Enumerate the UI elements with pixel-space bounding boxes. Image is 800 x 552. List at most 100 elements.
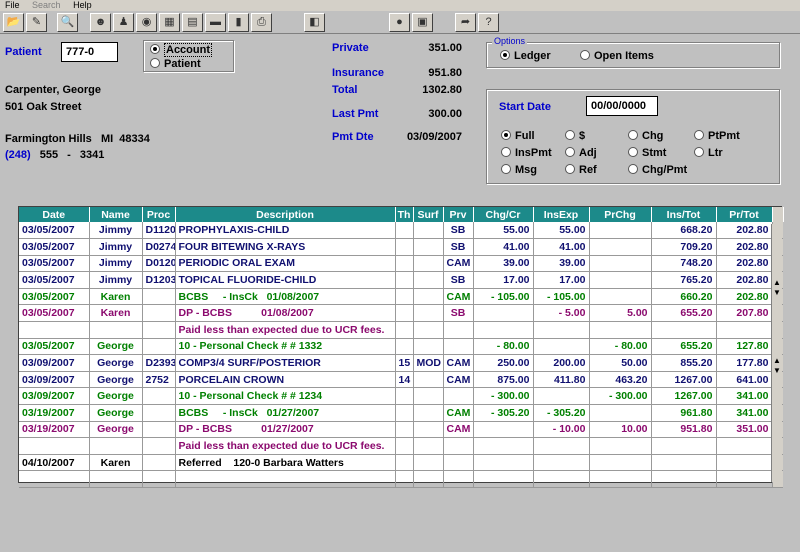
scroll-down-icon[interactable]: ▼: [772, 288, 782, 298]
cell-pr-chg: 10.00: [589, 421, 652, 439]
cell-chg-cr: - 80.00: [473, 338, 534, 356]
table-row[interactable]: 03/05/2007 Jimmy D0120 PERIODIC ORAL EXAM CA…: [19, 255, 783, 273]
col-header-surf[interactable]: Surf: [413, 207, 444, 222]
family-icon[interactable]: ♟: [113, 13, 134, 32]
exit-icon[interactable]: ➦: [455, 13, 476, 32]
table-row[interactable]: 03/05/2007 Karen BCBS - InsCk 01/08/2007 CA…: [19, 288, 783, 306]
cell-surf: [413, 421, 444, 439]
patient-phone: (248) 555 - 3341: [5, 149, 104, 161]
table-row[interactable]: 03/05/2007 Jimmy D1120 PROPHYLAXIS-CHILD SB 5…: [19, 222, 783, 240]
cell-pr-tot: [716, 470, 773, 488]
help-icon[interactable]: ?: [478, 13, 499, 32]
menu-help[interactable]: Help: [68, 0, 97, 11]
ledger-icon[interactable]: ▤: [182, 13, 203, 32]
cell-description: 10 - Personal Check # # 1332: [175, 338, 396, 356]
cell-ins-tot: 951.80: [651, 421, 717, 439]
filter-stmt-radio[interactable]: Stmt: [628, 147, 666, 159]
table-row[interactable]: Paid less than expected due to UCR fees.: [19, 437, 783, 455]
table-row[interactable]: 03/09/2007 George D2393 COMP3/4 SURF/POSTER…: [19, 354, 783, 372]
total-value: 1302.80: [422, 84, 462, 96]
filter-chg-radio[interactable]: Chg: [628, 130, 663, 142]
col-header-prv[interactable]: Prv: [443, 207, 474, 222]
print-icon[interactable]: ⎙: [251, 13, 272, 32]
filter-ltr-radio[interactable]: Ltr: [694, 147, 723, 159]
patient-icon[interactable]: ☻: [90, 13, 111, 32]
cell-chg-cr: 41.00: [473, 238, 534, 256]
menu-file[interactable]: File: [0, 0, 25, 11]
filter-chgpmt-radio[interactable]: Chg/Pmt: [628, 164, 687, 176]
cell-name: [89, 470, 143, 488]
appointment-icon[interactable]: ◉: [136, 13, 157, 32]
table-row[interactable]: [19, 470, 783, 488]
col-header-proc[interactable]: Proc: [142, 207, 176, 222]
scroll-up-icon[interactable]: ▲: [772, 278, 782, 288]
table-row[interactable]: 03/19/2007 George DP - BCBS 01/27/2007 CAM -…: [19, 421, 783, 439]
filter-msg-radio[interactable]: Msg: [501, 164, 537, 176]
find-icon[interactable]: 🔍: [57, 13, 78, 32]
cell-proc: [142, 304, 176, 323]
col-header-pr-tot[interactable]: Pr/Tot: [716, 207, 773, 222]
table-row[interactable]: 03/09/2007 George 2752 PORCELAIN CROWN 14 CAM…: [19, 371, 783, 389]
page-down-icon[interactable]: ▼: [772, 366, 782, 376]
payment-icon[interactable]: ▮: [228, 13, 249, 32]
cell-surf: [413, 288, 444, 306]
cell-proc: [142, 387, 176, 406]
ledger-radio[interactable]: Ledger: [500, 50, 551, 62]
table-row[interactable]: 04/10/2007 Karen Referred 120-0 Barbara Wa…: [19, 454, 783, 472]
cell-name: George: [89, 371, 143, 389]
table-row[interactable]: 03/05/2007 Karen DP - BCBS 01/08/2007 SB - 5…: [19, 304, 783, 323]
table-row[interactable]: Paid less than expected due to UCR fees.: [19, 321, 783, 339]
col-header-name[interactable]: Name: [89, 207, 143, 222]
view-patient-radio[interactable]: Patient: [150, 58, 201, 70]
calendar-icon[interactable]: ▣: [412, 13, 433, 32]
open-items-radio[interactable]: Open Items: [580, 50, 654, 62]
cell-ins-exp: [533, 338, 590, 356]
cell-pr-tot: 202.80: [716, 288, 773, 306]
cell-ins-tot: 660.20: [651, 288, 717, 306]
table-row[interactable]: 03/05/2007 Jimmy D0274 FOUR BITEWING X-RAYS…: [19, 238, 783, 256]
ledger-scrollbar[interactable]: ▲ ▼ ▲ ▼: [771, 224, 782, 482]
cell-date: 03/05/2007: [19, 304, 90, 323]
chart-icon[interactable]: ▦: [159, 13, 180, 32]
cell-prv: CAM: [443, 354, 474, 372]
open-icon[interactable]: 📂: [3, 13, 24, 32]
col-header-chg-cr[interactable]: Chg/Cr: [473, 207, 534, 222]
filter-adj-radio[interactable]: Adj: [565, 147, 597, 159]
filter-inspmt-radio[interactable]: InsPmt: [501, 147, 552, 159]
filter-full-radio[interactable]: Full: [501, 130, 535, 142]
ledger-grid[interactable]: Date Name Proc Description Th Surf Prv Chg/Cr In…: [18, 206, 784, 488]
view-account-radio[interactable]: Account: [150, 43, 212, 57]
save-icon[interactable]: ✎: [26, 13, 47, 32]
table-row[interactable]: 03/09/2007 George 10 - Personal Check # # …: [19, 387, 783, 406]
cell-ins-tot: 655.20: [651, 304, 717, 323]
toolbar: 📂 ✎ 🔍 ☻ ♟ ◉ ▦ ▤ ▬ ▮ ⎙ ◧ ● ▣ ➦ ?: [0, 11, 800, 34]
col-header-ins-exp[interactable]: InsExp: [533, 207, 590, 222]
table-row[interactable]: 03/05/2007 Jimmy D1203 TOPICAL FLUORIDE-CHI…: [19, 271, 783, 289]
col-header-th[interactable]: Th: [395, 207, 414, 222]
menu-search[interactable]: Search: [27, 0, 66, 11]
start-date-field[interactable]: 00/00/0000: [586, 96, 658, 116]
module-icon[interactable]: ◧: [304, 13, 325, 32]
record-icon[interactable]: ●: [389, 13, 410, 32]
cell-surf: [413, 255, 444, 273]
col-header-pr-chg[interactable]: PrChg: [589, 207, 652, 222]
radio-icon: [565, 164, 575, 174]
cell-date: 03/09/2007: [19, 387, 90, 406]
cell-prv: CAM: [443, 404, 474, 422]
cell-th: [395, 387, 414, 406]
insurance-icon[interactable]: ▬: [205, 13, 226, 32]
filter-ref-radio[interactable]: Ref: [565, 164, 597, 176]
page-up-icon[interactable]: ▲: [772, 356, 782, 366]
col-header-description[interactable]: Description: [175, 207, 396, 222]
filter-dollar-radio[interactable]: $: [565, 130, 585, 142]
cell-pr-tot: 341.00: [716, 387, 773, 406]
filter-ptpmt-radio[interactable]: PtPmt: [694, 130, 740, 142]
table-row[interactable]: 03/19/2007 George BCBS - InsCk 01/27/2007 C…: [19, 404, 783, 422]
cell-pr-chg: [589, 238, 652, 256]
patient-id-field[interactable]: 777-0: [61, 42, 118, 62]
table-row[interactable]: 03/05/2007 George 10 - Personal Check # # …: [19, 338, 783, 356]
cell-ins-tot: 668.20: [651, 222, 717, 240]
patient-city: Farmington Hills MI 48334: [5, 133, 150, 145]
col-header-ins-tot[interactable]: Ins/Tot: [651, 207, 717, 222]
col-header-date[interactable]: Date: [19, 207, 90, 222]
